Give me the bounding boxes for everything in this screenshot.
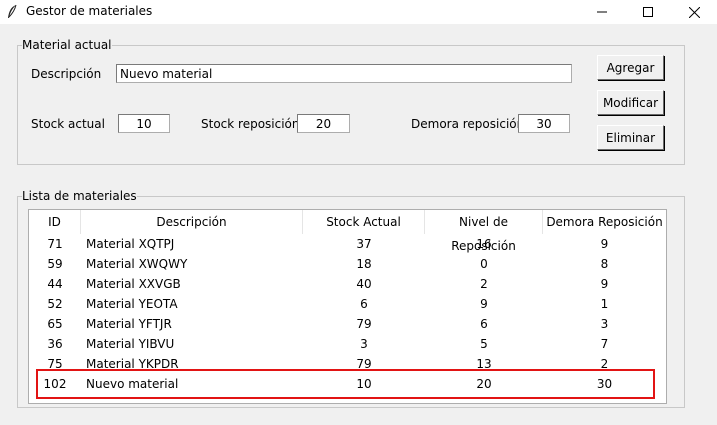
cell-id: 65 [47,317,63,331]
cell-nivel-reposicion: 13 [476,357,492,371]
cell-id: 52 [47,297,63,311]
modificar-button[interactable]: Modificar [597,90,664,115]
cell-nivel-reposicion: 2 [480,277,488,291]
material-actual-legend: Material actual [22,38,112,52]
table-row[interactable]: 44 Material XXVGB 40 2 9 [29,274,666,294]
cell-stock-actual: 6 [360,297,368,311]
cell-descripcion: Material YFTJR [86,317,172,331]
cell-stock-actual: 79 [356,357,372,371]
window-title: Gestor de materiales [26,4,153,18]
cell-stock-actual: 40 [356,277,372,291]
cell-demora-reposicion: 9 [600,237,609,251]
cell-descripcion: Material XQTPJ [86,237,175,251]
cell-id: 44 [47,277,63,291]
agregar-button[interactable]: Agregar [597,55,664,80]
cell-descripcion: Material YEOTA [86,297,178,311]
table-row[interactable]: 75 Material YKPDR 79 13 2 [29,354,666,374]
table-row[interactable]: 36 Material YIBVU 3 5 7 [29,334,666,354]
cell-descripcion: Material YIBVU [86,337,175,351]
column-header-stock-actual[interactable]: Stock Actual [303,210,425,234]
cell-stock-actual: 37 [356,237,372,251]
maximize-button[interactable] [625,0,671,24]
minimize-button[interactable] [579,0,625,24]
cell-id: 59 [47,257,63,271]
cell-id: 102 [43,377,67,391]
stock-reposicion-label: Stock reposición [201,117,300,131]
maximize-icon [643,7,653,17]
close-icon [688,6,700,18]
cell-demora-reposicion: 2 [600,357,609,371]
demora-reposicion-label: Demora reposición [411,117,525,131]
cell-demora-reposicion: 1 [600,297,609,311]
cell-nivel-reposicion: 16 [476,237,492,251]
lista-materiales-legend: Lista de materiales [22,189,137,203]
column-header-nivel-reposicion[interactable]: Nivel de Reposición [425,210,543,253]
cell-demora-reposicion: 30 [596,377,613,391]
column-header-demora-reposicion[interactable]: Demora Reposición [543,210,666,234]
cell-stock-actual: 79 [356,317,372,331]
cell-id: 71 [47,237,63,251]
cell-nivel-reposicion: 20 [476,377,492,391]
title-bar: Gestor de materiales [0,0,717,24]
cell-stock-actual: 3 [360,337,368,351]
cell-demora-reposicion: 9 [600,277,609,291]
stock-actual-field[interactable] [118,114,170,133]
cell-demora-reposicion: 8 [600,257,609,271]
cell-stock-actual: 10 [356,377,372,391]
eliminar-button[interactable]: Eliminar [597,125,664,150]
cell-id: 36 [47,337,63,351]
stock-actual-label: Stock actual [31,117,105,131]
cell-descripcion: Material XWQWY [86,257,188,271]
column-header-descripcion[interactable]: Descripción [81,210,303,234]
cell-demora-reposicion: 3 [600,317,609,331]
table-row[interactable]: 65 Material YFTJR 79 6 3 [29,314,666,334]
cell-nivel-reposicion: 0 [480,257,488,271]
table-row[interactable]: 59 Material XWQWY 18 0 8 [29,254,666,274]
cell-stock-actual: 18 [356,257,372,271]
cell-descripcion: Nuevo material [86,377,179,391]
table-row[interactable]: 71 Material XQTPJ 37 16 9 [29,234,666,254]
cell-nivel-reposicion: 5 [480,337,488,351]
table-row[interactable]: 52 Material YEOTA 6 9 1 [29,294,666,314]
descripcion-field[interactable] [116,64,572,83]
cell-demora-reposicion: 7 [600,337,609,351]
demora-reposicion-field[interactable] [518,114,570,133]
descripcion-label: Descripción [31,67,102,81]
material-actual-group: Material actual [17,39,685,165]
feather-icon [8,4,17,18]
cell-descripcion: Material YKPDR [86,357,179,371]
column-header-id[interactable]: ID [29,210,81,234]
cell-nivel-reposicion: 6 [480,317,488,331]
materials-table[interactable]: ID Descripción Stock Actual Nivel de Rep… [28,209,667,404]
minimize-icon [597,11,607,13]
cell-id: 75 [47,357,63,371]
cell-descripcion: Material XXVGB [86,277,181,291]
table-header: ID Descripción Stock Actual Nivel de Rep… [29,210,666,253]
stock-reposicion-field[interactable] [297,114,350,133]
cell-nivel-reposicion: 9 [480,297,488,311]
close-button[interactable] [671,0,717,24]
table-row[interactable]: 102 Nuevo material 10 20 30 [29,374,666,394]
